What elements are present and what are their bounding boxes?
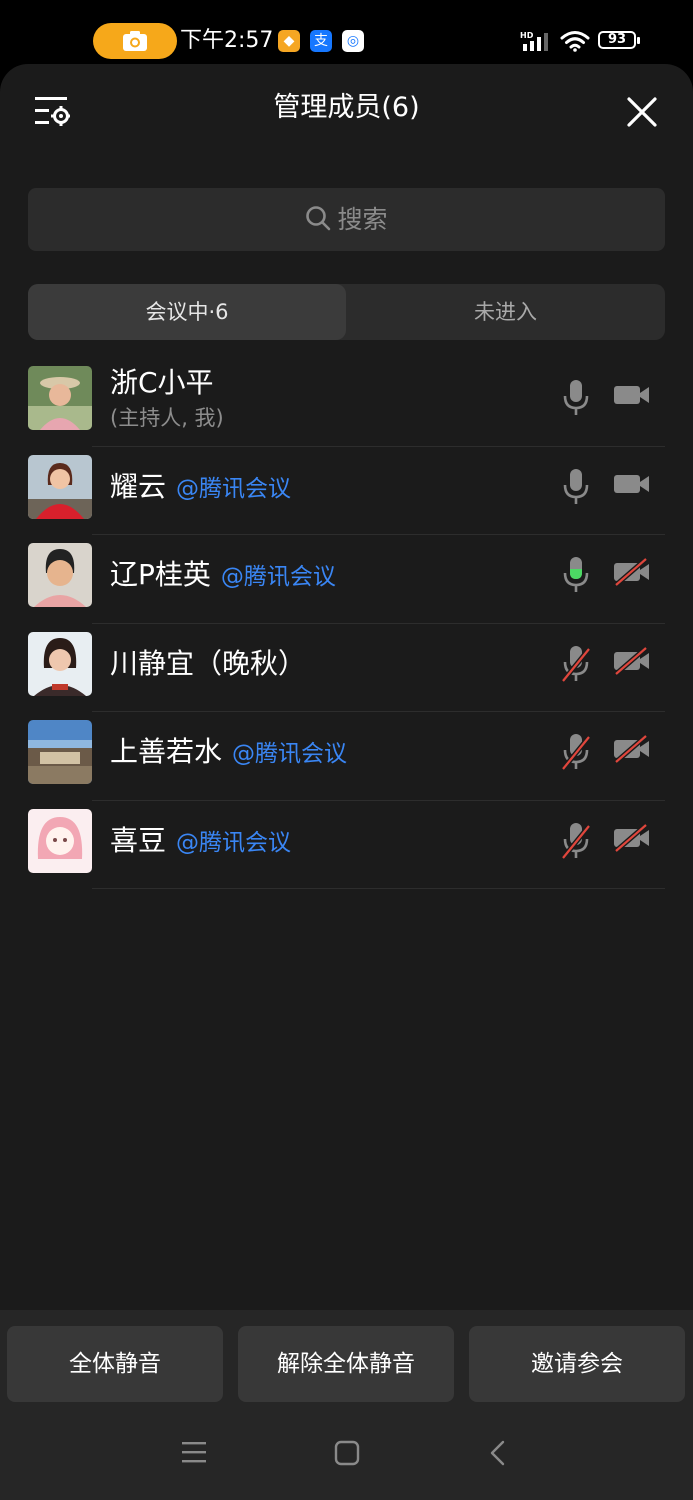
search-input[interactable]: 搜索 [28, 188, 665, 251]
microphone-muted-icon[interactable] [560, 644, 592, 684]
avatar [28, 454, 92, 519]
tab-in-meeting[interactable]: 会议中·6 [28, 284, 346, 340]
video-off-icon[interactable] [612, 734, 652, 764]
page-title: 管理成员(6) [273, 92, 420, 123]
search-placeholder: 搜索 [337, 205, 388, 234]
member-tabs: 会议中·6 未进入 [28, 284, 665, 340]
list-item[interactable]: 喜豆 @腾讯会议 [0, 801, 693, 889]
video-off-icon[interactable] [612, 645, 652, 676]
list-item[interactable]: 耀云 @腾讯会议 [0, 447, 693, 535]
status-bar: 下午2:57 ◆ 支 ◎ HD 93 [0, 0, 693, 64]
close-icon[interactable] [626, 96, 658, 128]
manage-members-sheet: 管理成员(6) 搜索 会议中·6 未进入 浙C小平 (主持人, 我) 耀云 @腾… [0, 64, 693, 1500]
list-item[interactable]: 川静宜（晚秋） [0, 624, 693, 712]
bottom-action-bar: 全体静音 解除全体静音 邀请参会 [0, 1310, 693, 1500]
divider [92, 888, 665, 889]
wifi-icon [560, 31, 590, 52]
list-item[interactable]: 浙C小平 (主持人, 我) [0, 358, 693, 447]
camera-icon [123, 31, 147, 51]
member-tag: @腾讯会议 [232, 741, 348, 767]
notification-app-icon: ◆ [278, 30, 300, 52]
invite-button[interactable]: 邀请参会 [469, 1326, 685, 1402]
member-name: 喜豆 [110, 823, 167, 857]
avatar [28, 366, 92, 430]
alipay-icon: 支 [310, 30, 332, 52]
member-name: 上善若水 [110, 735, 223, 768]
list-item[interactable]: 上善若水 @腾讯会议 [0, 712, 693, 801]
avatar [28, 808, 92, 873]
member-name: 耀云 [110, 469, 167, 503]
microphone-icon[interactable] [560, 467, 592, 507]
member-name: 辽P桂英 [110, 558, 211, 591]
video-off-icon[interactable] [612, 557, 652, 587]
list-item[interactable]: 辽P桂英 @腾讯会议 [0, 535, 693, 624]
video-camera-icon[interactable] [612, 380, 652, 410]
search-icon [306, 206, 331, 231]
microphone-muted-icon[interactable] [560, 732, 592, 772]
avatar [28, 720, 92, 784]
microphone-speaking-icon[interactable] [560, 555, 592, 595]
video-off-icon[interactable] [612, 822, 652, 853]
avatar [28, 631, 92, 696]
microphone-muted-icon[interactable] [560, 821, 592, 861]
avatar [28, 543, 92, 607]
battery-level: 93 [607, 32, 627, 47]
unmute-all-button[interactable]: 解除全体静音 [238, 1326, 454, 1402]
cellular-signal-icon: HD [520, 31, 548, 51]
screen-recording-indicator[interactable] [93, 23, 177, 59]
menu-icon[interactable] [181, 1440, 207, 1464]
member-tag: @腾讯会议 [176, 475, 292, 502]
microphone-icon[interactable] [560, 378, 592, 418]
video-camera-icon[interactable] [612, 469, 652, 499]
home-icon[interactable] [334, 1440, 360, 1466]
member-role: (主持人, 我) [110, 406, 224, 430]
member-name: 浙C小平 [110, 366, 214, 399]
tab-not-joined[interactable]: 未进入 [346, 284, 665, 340]
member-tag: @腾讯会议 [176, 829, 292, 856]
battery-indicator: 93 [598, 31, 640, 49]
system-navigation-bar [0, 1414, 693, 1500]
member-name: 川静宜（晚秋） [110, 646, 307, 680]
back-icon[interactable] [488, 1440, 508, 1466]
member-list: 浙C小平 (主持人, 我) 耀云 @腾讯会议 辽P桂英 @腾讯会议 川静宜（晚秋… [0, 358, 693, 889]
signal-hd-label: HD [520, 31, 534, 40]
clock: 下午2:57 [180, 28, 274, 53]
chat-app-icon: ◎ [342, 30, 364, 52]
member-tag: @腾讯会议 [220, 564, 336, 590]
mute-all-button[interactable]: 全体静音 [7, 1326, 223, 1402]
